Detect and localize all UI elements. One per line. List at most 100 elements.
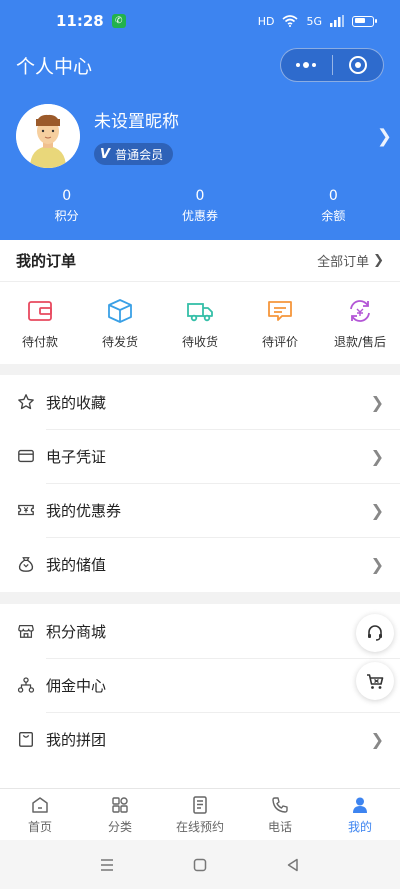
- stat-label: 余额: [321, 209, 346, 223]
- tab-phone[interactable]: 电话: [240, 789, 320, 840]
- battery-icon: [352, 15, 377, 27]
- avatar[interactable]: [16, 104, 80, 168]
- menu-item-label: 佣金中心: [46, 676, 107, 695]
- system-navigation-bar: [0, 840, 400, 889]
- order-pending-shipment[interactable]: 待发货: [80, 282, 160, 364]
- all-orders-link[interactable]: 全部订单 ❯: [317, 251, 384, 270]
- orders-card: 我的订单 全部订单 ❯ 待付款 待发货 待收货 待评价 退款/售后: [0, 240, 400, 364]
- back-icon[interactable]: [285, 857, 301, 873]
- vip-icon: V: [100, 146, 111, 162]
- customer-service-button[interactable]: [356, 614, 394, 652]
- status-indicators: HD 5G: [257, 14, 377, 28]
- signal-indicator: 5G: [306, 14, 322, 28]
- menu-item-group-buy[interactable]: 我的拼团 ❯: [0, 712, 400, 766]
- stat-points[interactable]: 0 积分: [0, 188, 133, 224]
- profile-header: 11:28 ✆ HD 5G 个人中心 未设置昵称 V 普通会员 ❯ 0 积分 0…: [0, 0, 400, 240]
- order-status-label: 待评价: [261, 334, 298, 349]
- page-title: 个人中心: [16, 55, 93, 78]
- box-icon: [108, 298, 132, 323]
- menu-item-points-mall[interactable]: 积分商城: [0, 604, 400, 658]
- stat-label: 积分: [54, 209, 79, 223]
- signal-icon: [330, 15, 344, 27]
- menu-item-stored-value[interactable]: 我的储值 ❯: [0, 537, 400, 591]
- tab-booking[interactable]: 在线预约: [160, 789, 240, 840]
- close-miniprogram-button[interactable]: [333, 49, 384, 81]
- order-status-label: 待收货: [181, 334, 218, 349]
- menu-item-e-voucher[interactable]: 电子凭证 ❯: [0, 429, 400, 483]
- tab-label: 分类: [107, 819, 132, 834]
- navbar: 个人中心: [0, 46, 400, 84]
- menu-icon[interactable]: [99, 857, 115, 873]
- stat-label: 优惠券: [181, 209, 218, 223]
- tab-label: 在线预约: [175, 819, 224, 834]
- menu-item-label: 我的优惠券: [46, 501, 122, 520]
- member-level-label: 普通会员: [115, 147, 164, 162]
- chevron-right-icon: ❯: [370, 392, 384, 412]
- menu-item-commission-center[interactable]: 佣金中心: [0, 658, 400, 712]
- tab-label: 我的: [347, 819, 372, 834]
- store-icon: [16, 621, 36, 641]
- menu-group-2: 积分商城 佣金中心 我的拼团 ❯: [0, 604, 400, 788]
- menu-item-label: 积分商城: [46, 622, 107, 641]
- miniprogram-capsule: [280, 48, 384, 82]
- status-time: 11:28: [56, 12, 104, 30]
- document-icon: [193, 795, 207, 814]
- tab-label: 首页: [27, 819, 52, 834]
- tab-bar: 首页 分类 在线预约 电话 我的: [0, 788, 400, 840]
- nickname: 未设置昵称: [94, 112, 179, 132]
- home-square-icon[interactable]: [192, 857, 208, 873]
- tab-mine[interactable]: 我的: [320, 789, 400, 840]
- order-status-label: 待付款: [21, 334, 58, 349]
- menu-item-label: 我的储值: [46, 555, 107, 574]
- ticket-icon: [16, 500, 36, 520]
- menu-item-favorites[interactable]: 我的收藏 ❯: [0, 375, 400, 429]
- more-button[interactable]: [281, 49, 332, 81]
- menu-item-label: 我的收藏: [46, 393, 107, 412]
- chevron-right-icon: ❯: [373, 253, 384, 268]
- hd-indicator: HD: [257, 14, 275, 28]
- stats-row: 0 积分 0 优惠券 0 余额: [0, 188, 400, 224]
- order-pending-review[interactable]: 待评价: [240, 282, 320, 364]
- menu-item-coupons[interactable]: 我的优惠券 ❯: [0, 483, 400, 537]
- tab-home[interactable]: 首页: [0, 789, 80, 840]
- bag-icon: [16, 729, 36, 749]
- chevron-right-icon: ❯: [370, 554, 384, 574]
- stat-balance[interactable]: 0 余额: [267, 188, 400, 224]
- orders-header: 我的订单 全部订单 ❯: [0, 240, 400, 282]
- stat-coupons[interactable]: 0 优惠券: [133, 188, 266, 224]
- call-icon: ✆: [111, 14, 126, 28]
- menu-item-label: 电子凭证: [46, 447, 107, 466]
- phone-icon: [272, 796, 288, 813]
- chevron-right-icon: ❯: [370, 446, 384, 466]
- target-icon: [348, 56, 367, 74]
- tab-category[interactable]: 分类: [80, 789, 160, 840]
- chevron-right-icon: ❯: [370, 729, 384, 749]
- order-pending-payment[interactable]: 待付款: [0, 282, 80, 364]
- network-icon: [16, 675, 36, 695]
- cart-button[interactable]: [356, 662, 394, 700]
- user-icon: [353, 797, 367, 813]
- tab-label: 电话: [267, 819, 292, 834]
- menu-group-1: 我的收藏 ❯ 电子凭证 ❯ 我的优惠券 ❯ 我的储值 ❯: [0, 375, 400, 592]
- wifi-icon: [282, 15, 298, 27]
- stat-value: 0: [195, 188, 205, 204]
- all-orders-label: 全部订单: [317, 255, 370, 270]
- profile-card[interactable]: 未设置昵称 V 普通会员 ❯: [16, 103, 392, 169]
- order-status-row: 待付款 待发货 待收货 待评价 退款/售后: [0, 282, 400, 364]
- member-level-badge: V 普通会员: [94, 143, 174, 165]
- menu-item-label: 我的拼团: [46, 730, 107, 749]
- comment-icon: [268, 300, 292, 321]
- home-icon: [32, 796, 48, 813]
- star-icon: [16, 392, 36, 412]
- refund-icon: [350, 299, 370, 322]
- truck-icon: [187, 302, 213, 321]
- stat-value: 0: [62, 188, 72, 204]
- order-refund[interactable]: 退款/售后: [320, 282, 400, 364]
- order-pending-receipt[interactable]: 待收货: [160, 282, 240, 364]
- status-bar: 11:28 ✆ HD 5G: [0, 0, 400, 42]
- chevron-right-icon: ❯: [376, 125, 392, 147]
- order-status-label: 退款/售后: [333, 334, 387, 349]
- order-status-label: 待发货: [101, 334, 138, 349]
- cart-icon: [367, 674, 384, 689]
- wallet-icon: [28, 300, 52, 321]
